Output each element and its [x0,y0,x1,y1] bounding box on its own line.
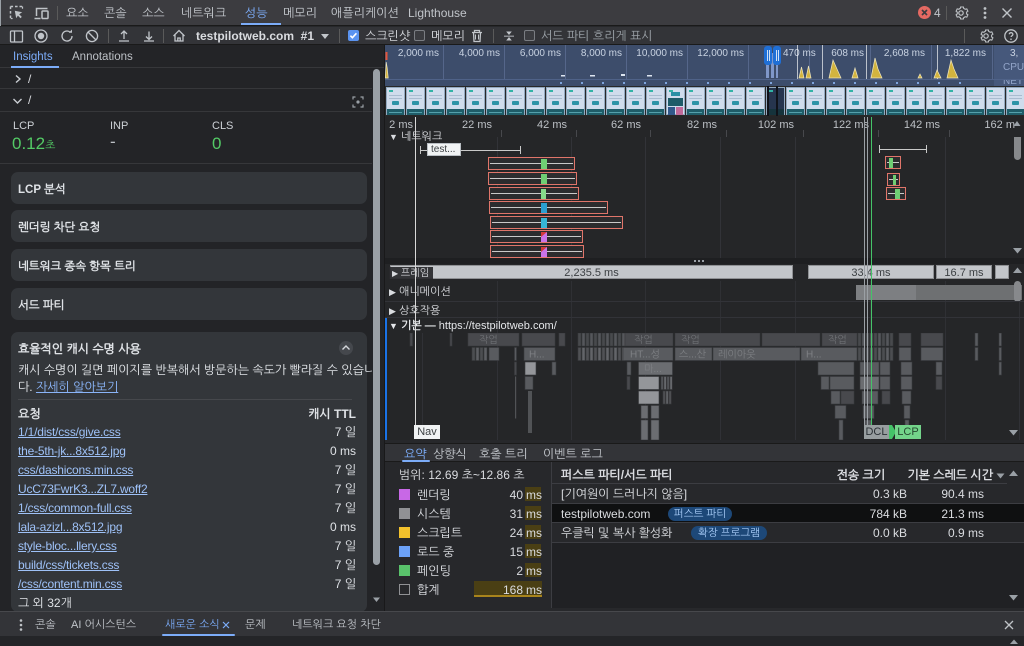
svg-text:H...: H... [806,350,822,361]
svg-text:마...: 마... [644,363,662,375]
svg-text:작업: 작업 [828,334,847,346]
svg-text:작업: 작업 [681,334,700,346]
svg-text:작업: 작업 [634,334,653,346]
svg-text:작업: 작업 [479,334,498,346]
svg-text:HT...성: HT...성 [630,349,660,361]
svg-text:H...: H... [529,350,545,361]
svg-text:레이아웃: 레이아웃 [718,349,756,361]
svg-text:스...산: 스...산 [679,349,707,361]
